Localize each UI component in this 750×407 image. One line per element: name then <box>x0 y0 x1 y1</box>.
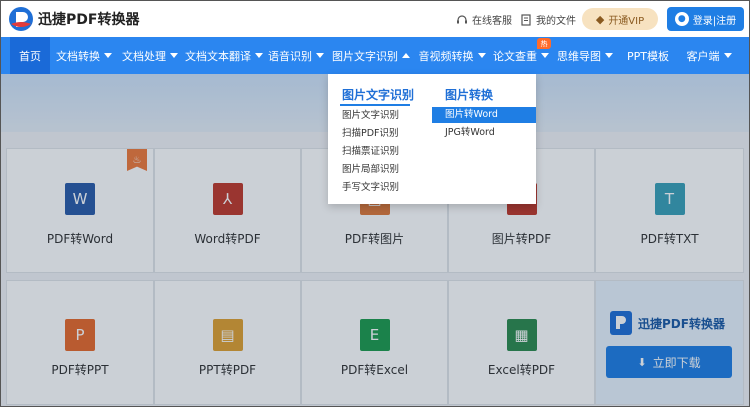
caret-down-icon <box>170 53 178 58</box>
vip-label: 开通VIP <box>608 15 645 27</box>
nav-label: 思维导图 <box>557 49 601 63</box>
nav-label: 首页 <box>19 49 41 63</box>
nav-label: 音视频转换 <box>418 49 474 63</box>
caret-down-icon <box>605 53 613 58</box>
dropdown-item-partial-ocr[interactable]: 图片局部识别 <box>342 163 399 177</box>
nav-label: 文档处理 <box>122 49 166 63</box>
caret-down-icon <box>255 53 263 58</box>
login-label: 登录|注册 <box>692 15 737 27</box>
nav-label: 文档转换 <box>56 49 100 63</box>
nav-speech-recognition[interactable]: 语音识别 <box>266 37 326 74</box>
caret-down-icon <box>477 53 486 58</box>
my-files-link[interactable]: 我的文件 <box>520 12 576 27</box>
dropdown-col1-title: 图片文字识别 <box>342 88 415 102</box>
nav-label: 文档文本翻译 <box>185 49 251 63</box>
my-files-label: 我的文件 <box>536 16 576 27</box>
nav-label: 论文查重 <box>493 49 537 63</box>
caret-up-icon <box>402 53 410 58</box>
nav-home[interactable]: 首页 <box>10 37 50 74</box>
nav-ppt-template[interactable]: PPT模板 <box>620 37 676 74</box>
nav-doc-convert[interactable]: 文档转换 <box>52 37 116 74</box>
brand-name: 迅捷PDF转换器 <box>38 12 140 28</box>
caret-down-icon <box>541 53 549 58</box>
dropdown-item-jpg-to-word[interactable]: JPG转Word <box>445 126 495 140</box>
image-ocr-dropdown: 图片文字识别 图片文字识别 扫描PDF识别 扫描票证识别 图片局部识别 手写文字… <box>328 74 536 204</box>
nav-doc-process[interactable]: 文档处理 <box>118 37 182 74</box>
dropdown-item-handwriting-ocr[interactable]: 手写文字识别 <box>342 181 399 195</box>
hot-badge: 热 <box>537 38 551 49</box>
main-nav: 首页 文档转换 文档处理 文档文本翻译 语音识别 图片文字识别 音视频转换 论文… <box>0 37 750 74</box>
file-icon <box>521 13 531 26</box>
headset-icon <box>457 14 467 23</box>
nav-label: 客户端 <box>686 49 720 63</box>
caret-down-icon <box>104 53 112 58</box>
login-register-button[interactable]: ● 登录|注册 <box>667 7 744 31</box>
nav-av-convert[interactable]: 音视频转换 <box>416 37 488 74</box>
caret-down-icon <box>723 53 732 58</box>
dropdown-col2-title: 图片转换 <box>445 88 494 102</box>
dropdown-item-receipt-ocr[interactable]: 扫描票证识别 <box>342 145 399 159</box>
nav-client[interactable]: 客户端 <box>678 37 740 74</box>
nav-doc-translate[interactable]: 文档文本翻译 <box>184 37 264 74</box>
nav-mind-map[interactable]: 思维导图 <box>554 37 616 74</box>
dropdown-item-scan-pdf-ocr[interactable]: 扫描PDF识别 <box>342 127 399 141</box>
top-bar: 迅捷PDF转换器 在线客服 我的文件 ◆ 开通VIP ● 登录|注册 <box>0 0 750 37</box>
app-logo-icon[interactable] <box>8 6 34 32</box>
customer-service-link[interactable]: 在线客服 <box>456 12 512 27</box>
caret-down-icon <box>316 53 324 58</box>
dropdown-item-image-to-word[interactable]: 图片转Word <box>432 107 536 123</box>
diamond-icon: ◆ <box>595 12 605 26</box>
customer-service-label: 在线客服 <box>472 16 512 27</box>
nav-label: PPT模板 <box>627 49 669 63</box>
dropdown-item-image-ocr[interactable]: 图片文字识别 <box>342 109 399 123</box>
vip-button[interactable]: ◆ 开通VIP <box>582 8 658 30</box>
nav-label: 图片文字识别 <box>332 49 398 63</box>
dropdown-underline <box>340 104 410 106</box>
user-icon: ● <box>674 12 689 26</box>
nav-label: 语音识别 <box>268 49 312 63</box>
nav-image-ocr[interactable]: 图片文字识别 <box>328 37 414 74</box>
